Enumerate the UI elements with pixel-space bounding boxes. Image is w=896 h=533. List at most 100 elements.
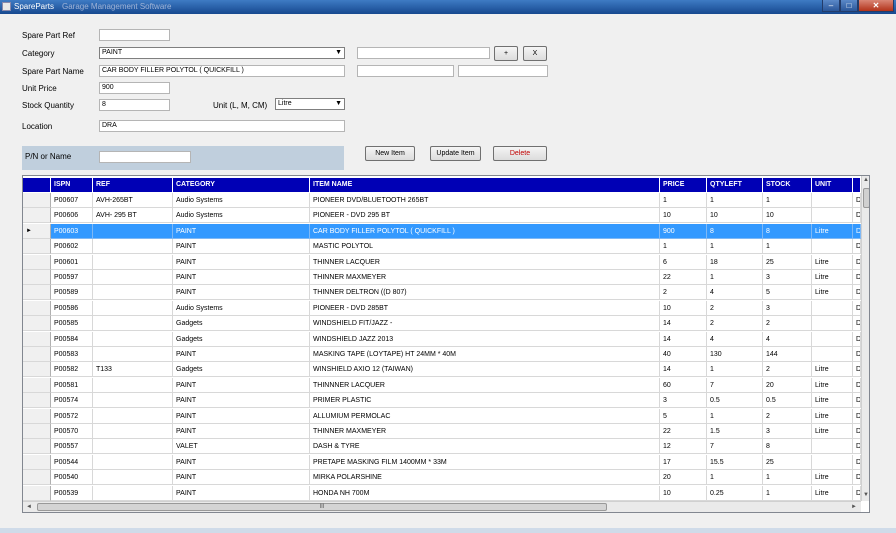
extra-field-2[interactable] [458, 65, 548, 77]
cell-item-name[interactable]: HONDA NH 700M [310, 485, 660, 501]
cell-ref[interactable] [93, 239, 173, 255]
cell-qtyleft[interactable]: 4 [707, 331, 763, 347]
cell-extra[interactable]: D [853, 470, 861, 486]
cell-stock[interactable]: 2 [763, 408, 812, 424]
new-item-button[interactable]: New Item [365, 146, 415, 161]
remove-category-button[interactable]: X [523, 46, 547, 61]
unit-price-input[interactable]: 900 [99, 82, 170, 94]
stock-quantity-input[interactable]: 8 [99, 99, 170, 111]
cell-extra[interactable]: D [853, 347, 861, 362]
cell-item-name[interactable]: THINNER DELTRON ((D 807) [310, 285, 660, 301]
row-header[interactable] [23, 347, 51, 362]
table-row[interactable]: ► P00603 PAINT CAR BODY FILLER POLYTOL ( QU… [23, 223, 861, 240]
cell-unit[interactable]: Litre [812, 270, 853, 285]
cell-category[interactable]: Audio Systems [173, 208, 310, 224]
cell-ispn[interactable]: P00570 [51, 424, 93, 439]
cell-qtyleft[interactable]: 15.5 [707, 454, 763, 470]
close-button[interactable]: ✕ [858, 0, 894, 12]
cell-qtyleft[interactable]: 1 [707, 193, 763, 208]
scroll-right-icon[interactable]: ► [851, 504, 857, 510]
cell-ref[interactable] [93, 470, 173, 486]
cell-item-name[interactable]: DASH & TYRE [310, 439, 660, 455]
cell-qtyleft[interactable]: 10 [707, 208, 763, 224]
cell-extra[interactable]: D [853, 239, 861, 255]
table-row[interactable]: P00597 PAINT THINNER MAXMEYER 22 1 3 Litre D [23, 270, 861, 285]
cell-ispn[interactable]: P00597 [51, 270, 93, 285]
table-row[interactable]: P00539 PAINT HONDA NH 700M 10 0.25 1 Litre D [23, 485, 861, 501]
column-header-extra[interactable] [853, 178, 861, 192]
cell-price[interactable]: 17 [660, 454, 707, 470]
row-header[interactable] [23, 424, 51, 439]
cell-item-name[interactable]: WINDSHIELD JAZZ 2013 [310, 331, 660, 347]
cell-item-name[interactable]: THINNNER LACQUER [310, 377, 660, 393]
scroll-up-icon[interactable]: ▲ [863, 177, 869, 183]
cell-price[interactable]: 40 [660, 347, 707, 362]
cell-extra[interactable]: D [853, 393, 861, 409]
cell-qtyleft[interactable]: 0.5 [707, 393, 763, 409]
table-row[interactable]: P00586 Audio Systems PIONEER - DVD 285BT 10… [23, 300, 861, 316]
cell-ref[interactable] [93, 223, 173, 239]
cell-unit[interactable] [812, 193, 853, 208]
cell-extra[interactable]: D [853, 331, 861, 347]
table-row[interactable]: P00572 PAINT ALLUMIUM PERMOLAC 5 1 2 Litre D [23, 408, 861, 424]
column-header-price[interactable]: PRICE [660, 178, 707, 192]
cell-extra[interactable]: D [853, 439, 861, 455]
cell-qtyleft[interactable]: 4 [707, 285, 763, 301]
cell-item-name[interactable]: MIRKA POLARSHINE [310, 470, 660, 486]
cell-unit[interactable]: Litre [812, 393, 853, 409]
cell-stock[interactable]: 1 [763, 239, 812, 255]
cell-extra[interactable]: D [853, 300, 861, 316]
cell-extra[interactable]: D [853, 362, 861, 378]
column-header-ispn[interactable]: ISPN [51, 178, 93, 192]
cell-category[interactable]: Gadgets [173, 331, 310, 347]
cell-ref[interactable] [93, 408, 173, 424]
cell-item-name[interactable]: WINSHIELD AXIO 12 (TAIWAN) [310, 362, 660, 378]
cell-item-name[interactable]: PRETAPE MASKING FILM 1400MM * 33M [310, 454, 660, 470]
cell-price[interactable]: 60 [660, 377, 707, 393]
search-input[interactable] [99, 151, 191, 163]
cell-category[interactable]: PAINT [173, 223, 310, 239]
row-header[interactable] [23, 285, 51, 301]
cell-ref[interactable] [93, 316, 173, 332]
cell-item-name[interactable]: PIONEER DVD/BLUETOOTH 265BT [310, 193, 660, 208]
cell-ref[interactable] [93, 270, 173, 285]
cell-qtyleft[interactable]: 8 [707, 223, 763, 239]
table-row[interactable]: P00584 Gadgets WINDSHIELD JAZZ 2013 14 4 4 D [23, 331, 861, 347]
cell-category[interactable]: Gadgets [173, 316, 310, 332]
cell-stock[interactable]: 3 [763, 424, 812, 439]
cell-unit[interactable] [812, 208, 853, 224]
table-row[interactable]: P00607 AVH-265BT Audio Systems PIONEER DVD/… [23, 193, 861, 208]
cell-ispn[interactable]: P00606 [51, 208, 93, 224]
cell-extra[interactable]: D [853, 193, 861, 208]
table-row[interactable]: P00557 VALET DASH & TYRE 12 7 8 D [23, 439, 861, 455]
table-row[interactable]: P00582 T133 Gadgets WINSHIELD AXIO 12 (TAIW… [23, 362, 861, 378]
cell-unit[interactable] [812, 331, 853, 347]
cell-extra[interactable]: D [853, 316, 861, 332]
vertical-scrollbar[interactable]: ▲ ▼ [861, 176, 869, 501]
cell-qtyleft[interactable]: 18 [707, 254, 763, 270]
cell-category[interactable]: PAINT [173, 485, 310, 501]
spare-part-name-input[interactable]: CAR BODY FILLER POLYTOL ( QUICKFILL ) [99, 65, 345, 77]
cell-category[interactable]: Audio Systems [173, 193, 310, 208]
cell-ref[interactable] [93, 424, 173, 439]
add-category-button[interactable]: + [494, 46, 518, 61]
cell-price[interactable]: 10 [660, 208, 707, 224]
row-header[interactable] [23, 408, 51, 424]
cell-price[interactable]: 14 [660, 362, 707, 378]
column-header-ref[interactable]: REF [93, 178, 173, 192]
row-header[interactable] [23, 377, 51, 393]
cell-price[interactable]: 3 [660, 393, 707, 409]
cell-ref[interactable] [93, 300, 173, 316]
minimize-button[interactable]: – [822, 0, 840, 12]
cell-stock[interactable]: 3 [763, 300, 812, 316]
cell-extra[interactable]: D [853, 208, 861, 224]
cell-ispn[interactable]: P00586 [51, 300, 93, 316]
table-row[interactable]: P00583 PAINT MASKING TAPE (LOYTAPE) HT 24M… [23, 347, 861, 362]
cell-ispn[interactable]: P00540 [51, 470, 93, 486]
update-item-button[interactable]: Update Item [430, 146, 481, 161]
cell-item-name[interactable]: PIONEER - DVD 295 BT [310, 208, 660, 224]
spare-parts-grid[interactable]: ISPN REF CATEGORY ITEM NAME PRICE QTYLEFT STOC… [22, 175, 870, 513]
table-row[interactable]: P00585 Gadgets WINDSHIELD FIT/JAZZ -14 2 2 D [23, 316, 861, 332]
row-header[interactable] [23, 208, 51, 224]
scroll-down-icon[interactable]: ▼ [863, 492, 869, 498]
